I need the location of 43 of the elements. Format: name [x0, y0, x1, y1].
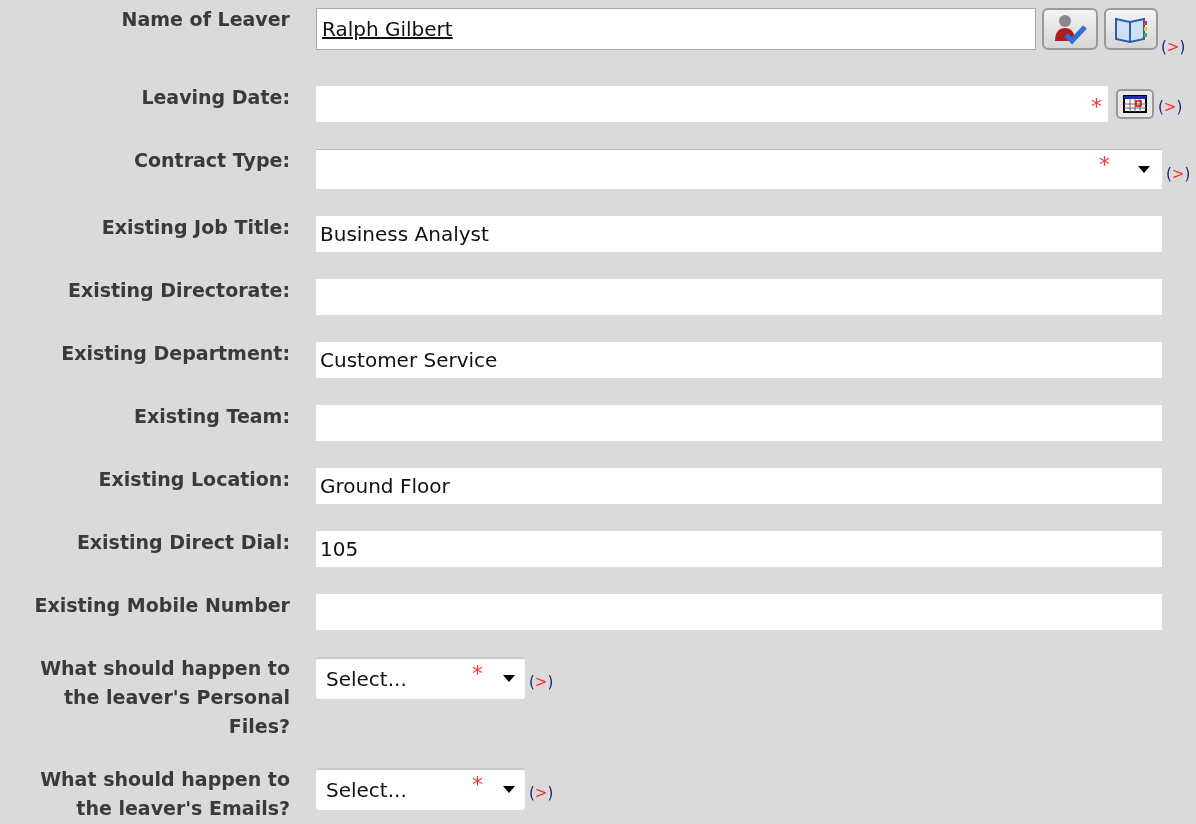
field-label: Existing Directorate:: [66, 277, 290, 303]
address-book-button[interactable]: [1104, 8, 1158, 50]
details-link[interactable]: (>): [1158, 95, 1183, 118]
field-label: What should happen to the leaver's Emails?: [39, 766, 290, 821]
book-icon: [1114, 15, 1148, 43]
person-link[interactable]: Ralph Gilbert: [322, 14, 453, 44]
contract-type-dropdown[interactable]: *: [316, 148, 1162, 189]
name-field[interactable]: Ralph Gilbert: [316, 8, 1036, 50]
field-label: Existing Direct Dial:: [75, 529, 290, 555]
caret-down-icon: [1138, 165, 1150, 173]
details-link[interactable]: (>): [1161, 36, 1186, 59]
text-field[interactable]: [316, 593, 1162, 630]
details-link[interactable]: (>): [529, 781, 554, 804]
required-mark: *: [472, 773, 483, 796]
check-name-button[interactable]: [1042, 8, 1098, 50]
calendar-icon: [1123, 94, 1147, 113]
date-field[interactable]: *: [316, 85, 1108, 122]
field-label: Existing Team:: [133, 403, 290, 429]
caret-down-icon: [503, 786, 515, 793]
field-label: Existing Mobile Number: [33, 592, 290, 618]
text-field[interactable]: 105: [316, 530, 1162, 567]
text-field[interactable]: Customer Service: [316, 341, 1162, 378]
calendar-button[interactable]: [1116, 88, 1154, 119]
field-label: Existing Job Title:: [100, 214, 290, 240]
caret-down-icon: [503, 675, 515, 682]
text-field[interactable]: [316, 278, 1162, 315]
select-dropdown[interactable]: Select... *: [316, 656, 525, 699]
field-label: Contract Type:: [133, 147, 290, 173]
field-label: Leaving Date:: [140, 84, 290, 110]
select-dropdown[interactable]: Select... *: [316, 767, 525, 810]
required-mark: *: [472, 662, 483, 685]
details-link[interactable]: (>): [529, 670, 554, 693]
person-check-icon: [1052, 13, 1088, 45]
required-mark: *: [1099, 154, 1110, 176]
field-label: Name of Leaver: [120, 7, 290, 32]
field-label: Existing Department:: [60, 340, 290, 366]
text-field[interactable]: Ground Floor: [316, 467, 1162, 504]
text-field[interactable]: [316, 404, 1162, 441]
required-mark: *: [1091, 95, 1102, 118]
field-label: What should happen to the leaver's Personal Files?: [39, 655, 290, 739]
details-link[interactable]: (>): [1166, 162, 1191, 185]
text-field[interactable]: Business Analyst: [316, 215, 1162, 252]
field-label: Existing Location:: [97, 466, 290, 492]
